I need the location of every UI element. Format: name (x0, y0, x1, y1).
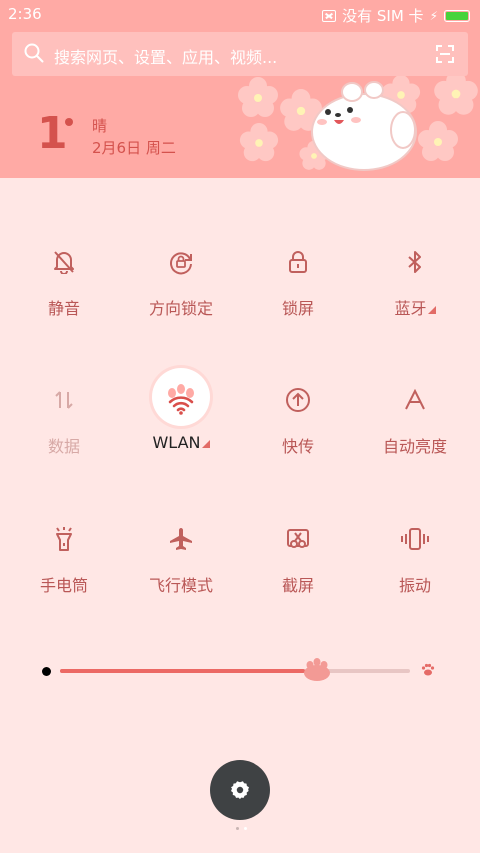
toggle-mobile-data[interactable]: 数据 (6, 368, 122, 478)
airplane-icon (161, 519, 201, 559)
screenshot-icon (278, 519, 318, 559)
degree-icon (65, 118, 73, 126)
toggle-auto-brightness[interactable]: 自动亮度 (357, 368, 473, 478)
search-icon (24, 43, 44, 63)
submenu-indicator-icon (201, 440, 210, 448)
search-input[interactable]: 搜索网页、设置、应用、视频... (54, 44, 277, 68)
toggle-label: 数据 (47, 437, 80, 456)
page-indicator (236, 827, 247, 830)
weather-temperature[interactable]: 1 (37, 108, 68, 159)
wifi-icon (161, 380, 201, 420)
no-sim-icon (322, 9, 337, 22)
toggle-label: 锁屏 (281, 299, 314, 318)
toggle-lock-screen[interactable]: 锁屏 (240, 230, 356, 340)
upload-circle-icon (278, 380, 318, 420)
toggle-mute[interactable]: 静音 (6, 230, 122, 340)
carrier-text: 没有 SIM 卡 (342, 7, 424, 25)
flashlight-icon (44, 519, 84, 559)
search-bar[interactable]: 搜索网页、设置、应用、视频... (12, 32, 468, 76)
toggle-rotation-lock[interactable]: 方向锁定 (123, 230, 239, 340)
toggle-quick-share[interactable]: 快传 (240, 368, 356, 478)
toggle-label: 方向锁定 (148, 299, 213, 318)
brightness-slider[interactable] (60, 669, 410, 673)
status-bar: 2:36 没有 SIM 卡 ⚡ (0, 0, 480, 28)
battery-icon (444, 9, 470, 22)
page-dot (236, 827, 239, 830)
toggle-label: 手电筒 (39, 576, 88, 595)
dog-mascot-illustration (311, 81, 417, 171)
brightness-max-icon (421, 663, 435, 676)
brightness-min-icon (42, 667, 51, 676)
brightness-slider-thumb[interactable] (302, 657, 332, 681)
toggle-label: 振动 (398, 576, 431, 595)
rotation-lock-icon (161, 242, 201, 282)
toggle-label: WLAN (123, 433, 239, 452)
flower-decoration (434, 71, 478, 115)
toggle-label: 截屏 (281, 576, 314, 595)
page-dot-active (244, 827, 247, 830)
toggle-label: 快传 (281, 437, 314, 456)
lock-icon (278, 242, 318, 282)
settings-button[interactable] (210, 760, 270, 820)
header-panel: 2:36 没有 SIM 卡 ⚡ 搜索网页、设置、应用、视频... 1 晴 2月6… (0, 0, 480, 178)
data-arrows-icon (44, 380, 84, 420)
toggle-label: 自动亮度 (382, 437, 447, 456)
toggle-screenshot[interactable]: 截屏 (240, 507, 356, 617)
toggle-vibrate[interactable]: 振动 (357, 507, 473, 617)
charging-icon: ⚡ (429, 8, 438, 23)
weather-date: 2月6日 周二 (92, 139, 176, 157)
vibrate-icon (395, 519, 435, 559)
flower-decoration (418, 121, 458, 161)
scan-icon[interactable] (436, 45, 454, 63)
toggle-label: 飞行模式 (148, 576, 213, 595)
auto-brightness-icon (395, 380, 435, 420)
submenu-indicator-icon (427, 306, 436, 314)
brightness-slider-fill (60, 669, 305, 673)
toggle-bluetooth[interactable]: 蓝牙 (357, 230, 473, 340)
toggle-label: 静音 (47, 299, 80, 318)
toggle-wlan[interactable]: WLAN (123, 368, 239, 478)
status-time: 2:36 (8, 5, 42, 23)
toggle-airplane-mode[interactable]: 飞行模式 (123, 507, 239, 617)
flower-decoration (238, 77, 278, 117)
bell-off-icon (44, 242, 84, 282)
flower-decoration (239, 122, 279, 162)
gear-icon (231, 781, 249, 800)
bluetooth-icon (395, 242, 435, 282)
toggle-flashlight[interactable]: 手电筒 (6, 507, 122, 617)
weather-condition: 晴 (92, 117, 108, 135)
toggle-label: 蓝牙 (357, 295, 473, 319)
